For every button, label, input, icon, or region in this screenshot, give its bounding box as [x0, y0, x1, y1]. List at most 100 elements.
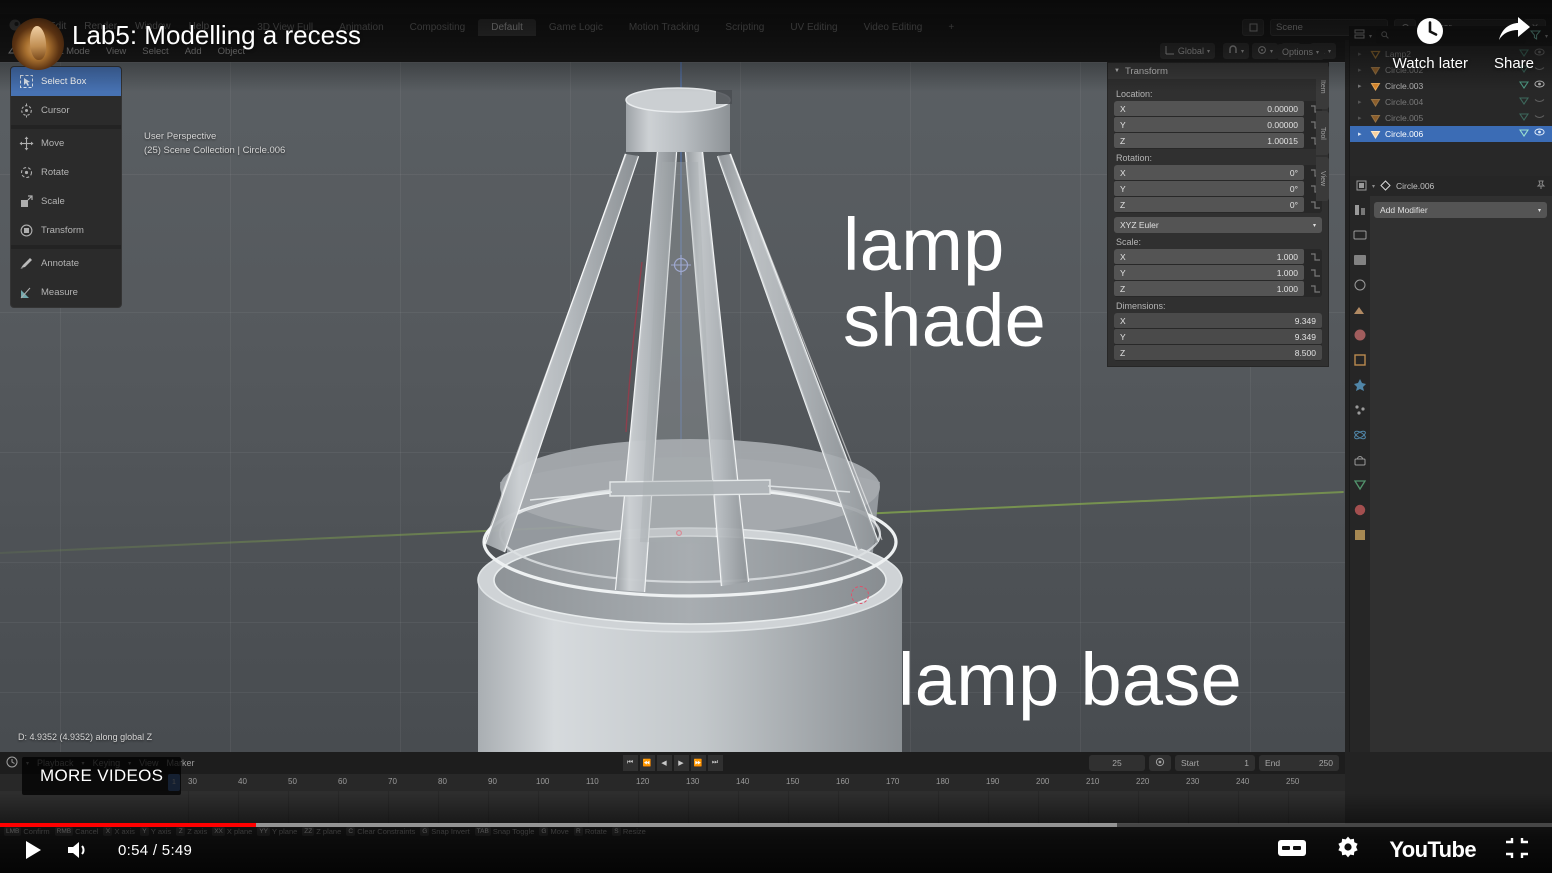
workspace-tab-add[interactable]: + — [935, 19, 967, 36]
properties-tab-physics[interactable] — [1352, 427, 1368, 443]
properties-content[interactable]: Add Modifier ▾ — [1374, 202, 1547, 218]
exit-fullscreen-button[interactable] — [1504, 837, 1530, 864]
jump-start-icon[interactable]: ⏮ — [622, 755, 638, 771]
expand-toggle-icon[interactable]: ▸ — [1358, 50, 1366, 58]
properties-tab-render[interactable] — [1352, 227, 1368, 243]
scale-x-field[interactable]: X 1.000 — [1114, 249, 1304, 264]
youtube-player-controls[interactable]: 0:54 / 5:49 YouTube — [0, 827, 1552, 873]
location-fields[interactable]: X 0.00000 Y 0.00000 Z 1.00015 — [1114, 101, 1322, 149]
workspace-tab-scripting[interactable]: Scripting — [712, 19, 777, 36]
workspace-tab-motion-tracking[interactable]: Motion Tracking — [616, 19, 713, 36]
properties-tab-column[interactable] — [1350, 196, 1370, 752]
animate-property-icon[interactable] — [1309, 267, 1322, 280]
location-x-field[interactable]: X 0.00000 — [1114, 101, 1304, 116]
tool-cursor[interactable]: Cursor — [11, 96, 121, 125]
properties-editor[interactable]: ▾ Circle.006 Add Modifier ▾ — [1349, 176, 1552, 752]
3d-cursor[interactable] — [851, 586, 869, 604]
expand-toggle-icon[interactable]: ▸ — [1358, 114, 1366, 122]
animate-property-icon[interactable] — [1309, 251, 1322, 264]
rotation-z-field[interactable]: Z 0° — [1114, 197, 1304, 212]
scene-browse-icon[interactable] — [1242, 18, 1264, 36]
channel-avatar[interactable] — [12, 18, 64, 70]
outliner-row-circle-005[interactable]: ▸ Circle.005 — [1350, 110, 1552, 126]
scale-y-field[interactable]: Y 1.000 — [1114, 265, 1304, 280]
properties-tab-object[interactable] — [1352, 352, 1368, 368]
workspace-tab-default[interactable]: Default — [478, 18, 536, 36]
editor-type-icon[interactable] — [1356, 180, 1367, 193]
current-frame-field[interactable]: 25 — [1089, 755, 1145, 771]
dimensions-x-field[interactable]: X 9.349 — [1114, 313, 1322, 328]
expand-toggle-icon[interactable]: ▸ — [1358, 66, 1366, 74]
next-keyframe-icon[interactable]: ⏩ — [690, 755, 706, 771]
properties-tab-scene[interactable] — [1352, 302, 1368, 318]
display-mode-icon[interactable] — [1354, 27, 1365, 45]
properties-tab-data[interactable] — [1352, 477, 1368, 493]
properties-tab-tool[interactable] — [1352, 202, 1368, 218]
properties-tab-output[interactable] — [1352, 252, 1368, 268]
location-z-field[interactable]: Z 1.00015 — [1114, 133, 1304, 148]
properties-tab-modifier[interactable] — [1352, 377, 1368, 393]
tool-move[interactable]: Move — [11, 129, 121, 158]
properties-tab-constraints[interactable] — [1352, 452, 1368, 468]
add-modifier-dropdown[interactable]: Add Modifier ▾ — [1374, 202, 1547, 218]
settings-gear-button[interactable] — [1335, 835, 1361, 866]
play-reverse-icon[interactable]: ◀ — [656, 755, 672, 771]
timeline-header[interactable]: ▾ Playback ▾ Keying ▾ View Marker ⏮ ⏪ ◀ … — [0, 752, 1345, 774]
tool-transform[interactable]: Transform — [11, 216, 121, 245]
more-videos-button[interactable]: MORE VIDEOS — [22, 757, 182, 795]
tool-rotate[interactable]: Rotate — [11, 158, 121, 187]
properties-tab-particles[interactable] — [1352, 402, 1368, 418]
frame-start-field[interactable]: Start 1 — [1175, 755, 1255, 771]
properties-tab-texture[interactable] — [1352, 527, 1368, 543]
npanel-tab-item[interactable]: Item — [1316, 65, 1329, 109]
tool-scale[interactable]: Scale — [11, 187, 121, 216]
proportional-editing-toggle[interactable]: ▾ — [1251, 43, 1278, 59]
location-y-field[interactable]: Y 0.00000 — [1114, 117, 1304, 132]
auto-keying-toggle[interactable] — [1149, 755, 1171, 771]
workspace-tab-game-logic[interactable]: Game Logic — [536, 19, 616, 36]
playback-transport-controls[interactable]: ⏮ ⏪ ◀ ▶ ⏩ ⏭ — [622, 755, 723, 771]
outliner-row-circle-003[interactable]: ▸ Circle.003 — [1350, 78, 1552, 94]
visibility-eye-icon[interactable] — [1534, 48, 1545, 60]
properties-breadcrumb[interactable]: ▾ Circle.006 — [1350, 176, 1552, 196]
youtube-wordmark[interactable]: YouTube — [1389, 837, 1476, 863]
visibility-closed-eye-icon[interactable] — [1534, 96, 1545, 108]
volume-button[interactable] — [66, 839, 92, 861]
pin-icon[interactable] — [1536, 180, 1546, 192]
visibility-closed-eye-icon[interactable] — [1534, 112, 1545, 124]
workspace-tab-compositing[interactable]: Compositing — [397, 19, 479, 36]
closed-captions-button[interactable] — [1277, 837, 1307, 864]
play-icon[interactable]: ▶ — [673, 755, 689, 771]
properties-tab-world[interactable] — [1352, 327, 1368, 343]
transform-panel-header[interactable]: ▼ Transform — [1108, 63, 1328, 79]
workspace-tab-uv-editing[interactable]: UV Editing — [777, 19, 850, 36]
tool-select-box[interactable]: Select Box — [11, 67, 121, 96]
play-button[interactable] — [22, 839, 44, 861]
expand-toggle-icon[interactable]: ▸ — [1358, 130, 1366, 138]
jump-end-icon[interactable]: ⏭ — [707, 755, 723, 771]
dimensions-fields[interactable]: X 9.349 Y 9.349 Z 8.500 — [1114, 313, 1322, 361]
dimensions-y-field[interactable]: Y 9.349 — [1114, 329, 1322, 344]
timeline-frame-controls[interactable]: 25 Start 1 End 250 — [1089, 755, 1339, 771]
outliner-row-circle-006[interactable]: ▸ Circle.006 — [1350, 126, 1552, 142]
youtube-right-controls[interactable]: YouTube — [1277, 835, 1530, 866]
workspace-tab-video-editing[interactable]: Video Editing — [851, 19, 936, 36]
video-title[interactable]: Lab5: Modelling a recess — [72, 20, 361, 51]
viewport-options-button[interactable]: Options ▾ — [1276, 44, 1324, 60]
tool-measure[interactable]: Measure — [11, 278, 121, 307]
outliner-row-circle-004[interactable]: ▸ Circle.004 — [1350, 94, 1552, 110]
watch-later-button[interactable]: Watch later — [1393, 16, 1468, 72]
snap-magnet-toggle[interactable]: ▾ — [1222, 43, 1249, 59]
npanel-tab-tool[interactable]: Tool — [1316, 111, 1329, 155]
rotation-y-field[interactable]: Y 0° — [1114, 181, 1304, 196]
animate-property-icon[interactable] — [1309, 283, 1322, 296]
visibility-eye-icon[interactable] — [1534, 80, 1545, 92]
dimensions-z-field[interactable]: Z 8.500 — [1114, 345, 1322, 360]
rotation-x-field[interactable]: X 0° — [1114, 165, 1304, 180]
properties-tab-material[interactable] — [1352, 502, 1368, 518]
timeline-ruler[interactable]: 30 40 50 60 70 80 90 100 110 120 130 140… — [168, 774, 1345, 791]
youtube-top-right-controls[interactable]: Watch later Share — [1393, 16, 1534, 72]
prev-keyframe-icon[interactable]: ⏪ — [639, 755, 655, 771]
rotation-mode-dropdown[interactable]: XYZ Euler ▾ — [1114, 217, 1322, 233]
scale-z-field[interactable]: Z 1.000 — [1114, 281, 1304, 296]
